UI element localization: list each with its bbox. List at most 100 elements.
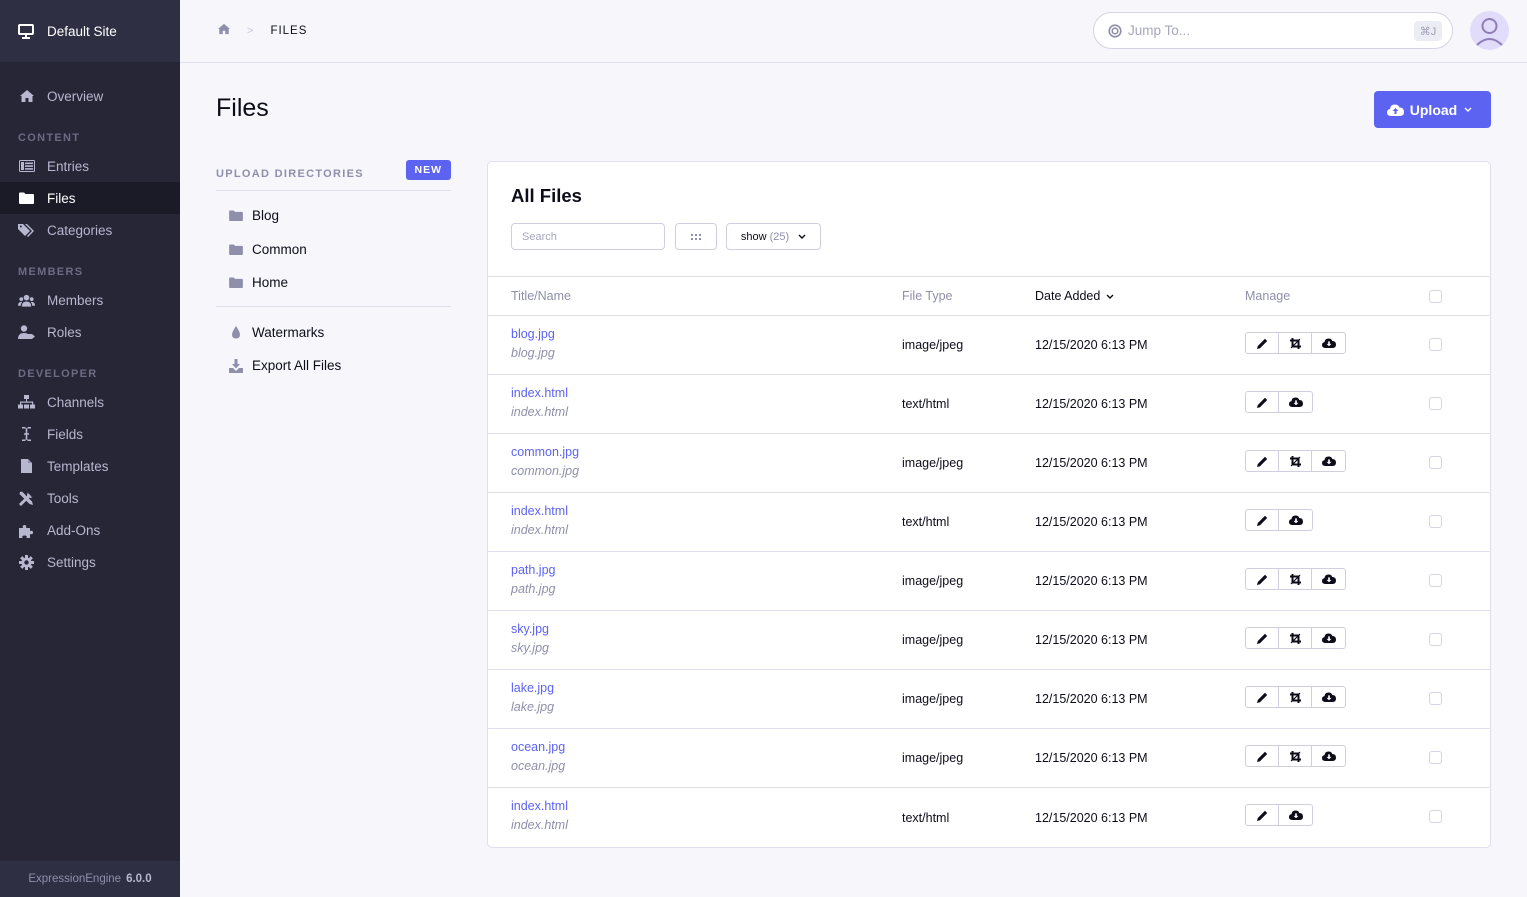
crop-icon <box>1289 632 1301 644</box>
nav-item-fields[interactable]: Fields <box>0 418 180 450</box>
file-title-link[interactable]: index.html <box>511 386 568 400</box>
nav-item-channels[interactable]: Channels <box>0 386 180 418</box>
table-row: index.html index.html text/html 12/15/20… <box>488 788 1490 847</box>
column-header-type[interactable]: File Type <box>902 289 953 303</box>
upload-button[interactable]: Upload <box>1374 91 1491 128</box>
download-button[interactable] <box>1312 746 1345 766</box>
file-name-cell: lake.jpg lake.jpg <box>511 681 554 714</box>
table-row: common.jpg common.jpg image/jpeg 12/15/2… <box>488 434 1490 493</box>
directory-item-common[interactable]: Common <box>216 233 451 267</box>
nav-item-settings[interactable]: Settings <box>0 546 180 578</box>
file-title-link[interactable]: sky.jpg <box>511 622 549 636</box>
file-title-link[interactable]: blog.jpg <box>511 327 555 341</box>
directory-item-blog[interactable]: Blog <box>216 199 451 233</box>
download-button[interactable] <box>1312 687 1345 707</box>
table-row: blog.jpg blog.jpg image/jpeg 12/15/2020 … <box>488 316 1490 375</box>
chevron-down-icon <box>1464 107 1472 112</box>
sort-desc-icon <box>1106 294 1114 299</box>
breadcrumb: > FILES <box>217 23 307 38</box>
watermarks-link[interactable]: Watermarks <box>216 316 451 350</box>
download-button[interactable] <box>1312 451 1345 471</box>
row-checkbox[interactable] <box>1429 751 1442 764</box>
file-name-cell: sky.jpg sky.jpg <box>511 622 549 655</box>
table-row: ocean.jpg ocean.jpg image/jpeg 12/15/202… <box>488 729 1490 788</box>
crop-button[interactable] <box>1279 451 1312 471</box>
row-checkbox[interactable] <box>1429 810 1442 823</box>
nav-item-tools[interactable]: Tools <box>0 482 180 514</box>
select-all-checkbox[interactable] <box>1429 290 1442 303</box>
new-directory-button[interactable]: NEW <box>405 160 451 180</box>
row-checkbox[interactable] <box>1429 397 1442 410</box>
edit-button[interactable] <box>1246 805 1279 825</box>
file-title-link[interactable]: lake.jpg <box>511 681 554 695</box>
file-type: text/html <box>902 810 950 825</box>
nav-item-roles[interactable]: Roles <box>0 316 180 348</box>
crop-button[interactable] <box>1279 687 1312 707</box>
nav-label: Channels <box>47 394 105 410</box>
row-checkbox[interactable] <box>1429 456 1442 469</box>
row-checkbox[interactable] <box>1429 338 1442 351</box>
nav-item-categories[interactable]: Categories <box>0 214 180 246</box>
file-title-link[interactable]: ocean.jpg <box>511 740 565 754</box>
file-name-cell: ocean.jpg ocean.jpg <box>511 740 565 773</box>
column-header-date[interactable]: Date Added <box>1035 289 1114 303</box>
nav-label: Categories <box>47 222 113 238</box>
column-header-title[interactable]: Title/Name <box>511 289 571 303</box>
manage-toolbar <box>1245 745 1346 767</box>
jump-to-input[interactable]: Jump To... ⌘J <box>1093 12 1453 49</box>
file-title-link[interactable]: common.jpg <box>511 445 579 459</box>
nav-label: Add-Ons <box>47 522 101 538</box>
edit-button[interactable] <box>1246 510 1279 530</box>
home-icon[interactable] <box>217 23 231 38</box>
pencil-icon <box>1256 751 1267 762</box>
download-button[interactable] <box>1279 392 1312 412</box>
manage-toolbar <box>1245 568 1346 590</box>
file-name: index.html <box>511 405 568 419</box>
edit-button[interactable] <box>1246 746 1279 766</box>
edit-button[interactable] <box>1246 451 1279 471</box>
file-title-link[interactable]: index.html <box>511 504 568 518</box>
directory-item-home[interactable]: Home <box>216 266 451 300</box>
row-checkbox[interactable] <box>1429 574 1442 587</box>
show-count-dropdown[interactable]: show (25) <box>726 223 821 250</box>
row-checkbox[interactable] <box>1429 633 1442 646</box>
pencil-icon <box>1256 574 1267 585</box>
table-body: blog.jpg blog.jpg image/jpeg 12/15/2020 … <box>488 316 1490 847</box>
date-added: 12/15/2020 6:13 PM <box>1035 633 1148 647</box>
file-type: text/html <box>902 397 950 411</box>
download-button[interactable] <box>1312 333 1345 353</box>
file-title-link[interactable]: path.jpg <box>511 563 555 577</box>
row-checkbox[interactable] <box>1429 515 1442 528</box>
nav-label: Tools <box>47 490 79 506</box>
row-checkbox[interactable] <box>1429 692 1442 705</box>
download-button[interactable] <box>1312 628 1345 648</box>
cloud-download-icon <box>1321 751 1336 761</box>
avatar[interactable] <box>1470 11 1509 50</box>
edit-button[interactable] <box>1246 687 1279 707</box>
crop-button[interactable] <box>1279 628 1312 648</box>
nav-item-add-ons[interactable]: Add-Ons <box>0 514 180 546</box>
download-button[interactable] <box>1279 510 1312 530</box>
crop-button[interactable] <box>1279 569 1312 589</box>
download-button[interactable] <box>1279 805 1312 825</box>
file-name: blog.jpg <box>511 346 555 360</box>
nav-item-members[interactable]: Members <box>0 284 180 316</box>
manage-toolbar <box>1245 332 1346 354</box>
file-title-link[interactable]: index.html <box>511 799 568 813</box>
edit-button[interactable] <box>1246 392 1279 412</box>
site-switcher[interactable]: Default Site <box>0 0 180 62</box>
nav-item-files[interactable]: Files <box>0 182 180 214</box>
view-toggle-button[interactable] <box>675 223 717 250</box>
edit-button[interactable] <box>1246 628 1279 648</box>
download-icon <box>228 358 244 373</box>
edit-button[interactable] <box>1246 569 1279 589</box>
nav-item-entries[interactable]: Entries <box>0 150 180 182</box>
export-all-files-link[interactable]: Export All Files <box>216 349 451 383</box>
download-button[interactable] <box>1312 569 1345 589</box>
nav-item-overview[interactable]: Overview <box>0 80 180 112</box>
crop-button[interactable] <box>1279 333 1312 353</box>
crop-button[interactable] <box>1279 746 1312 766</box>
edit-button[interactable] <box>1246 333 1279 353</box>
search-input[interactable] <box>511 223 665 250</box>
nav-item-templates[interactable]: Templates <box>0 450 180 482</box>
